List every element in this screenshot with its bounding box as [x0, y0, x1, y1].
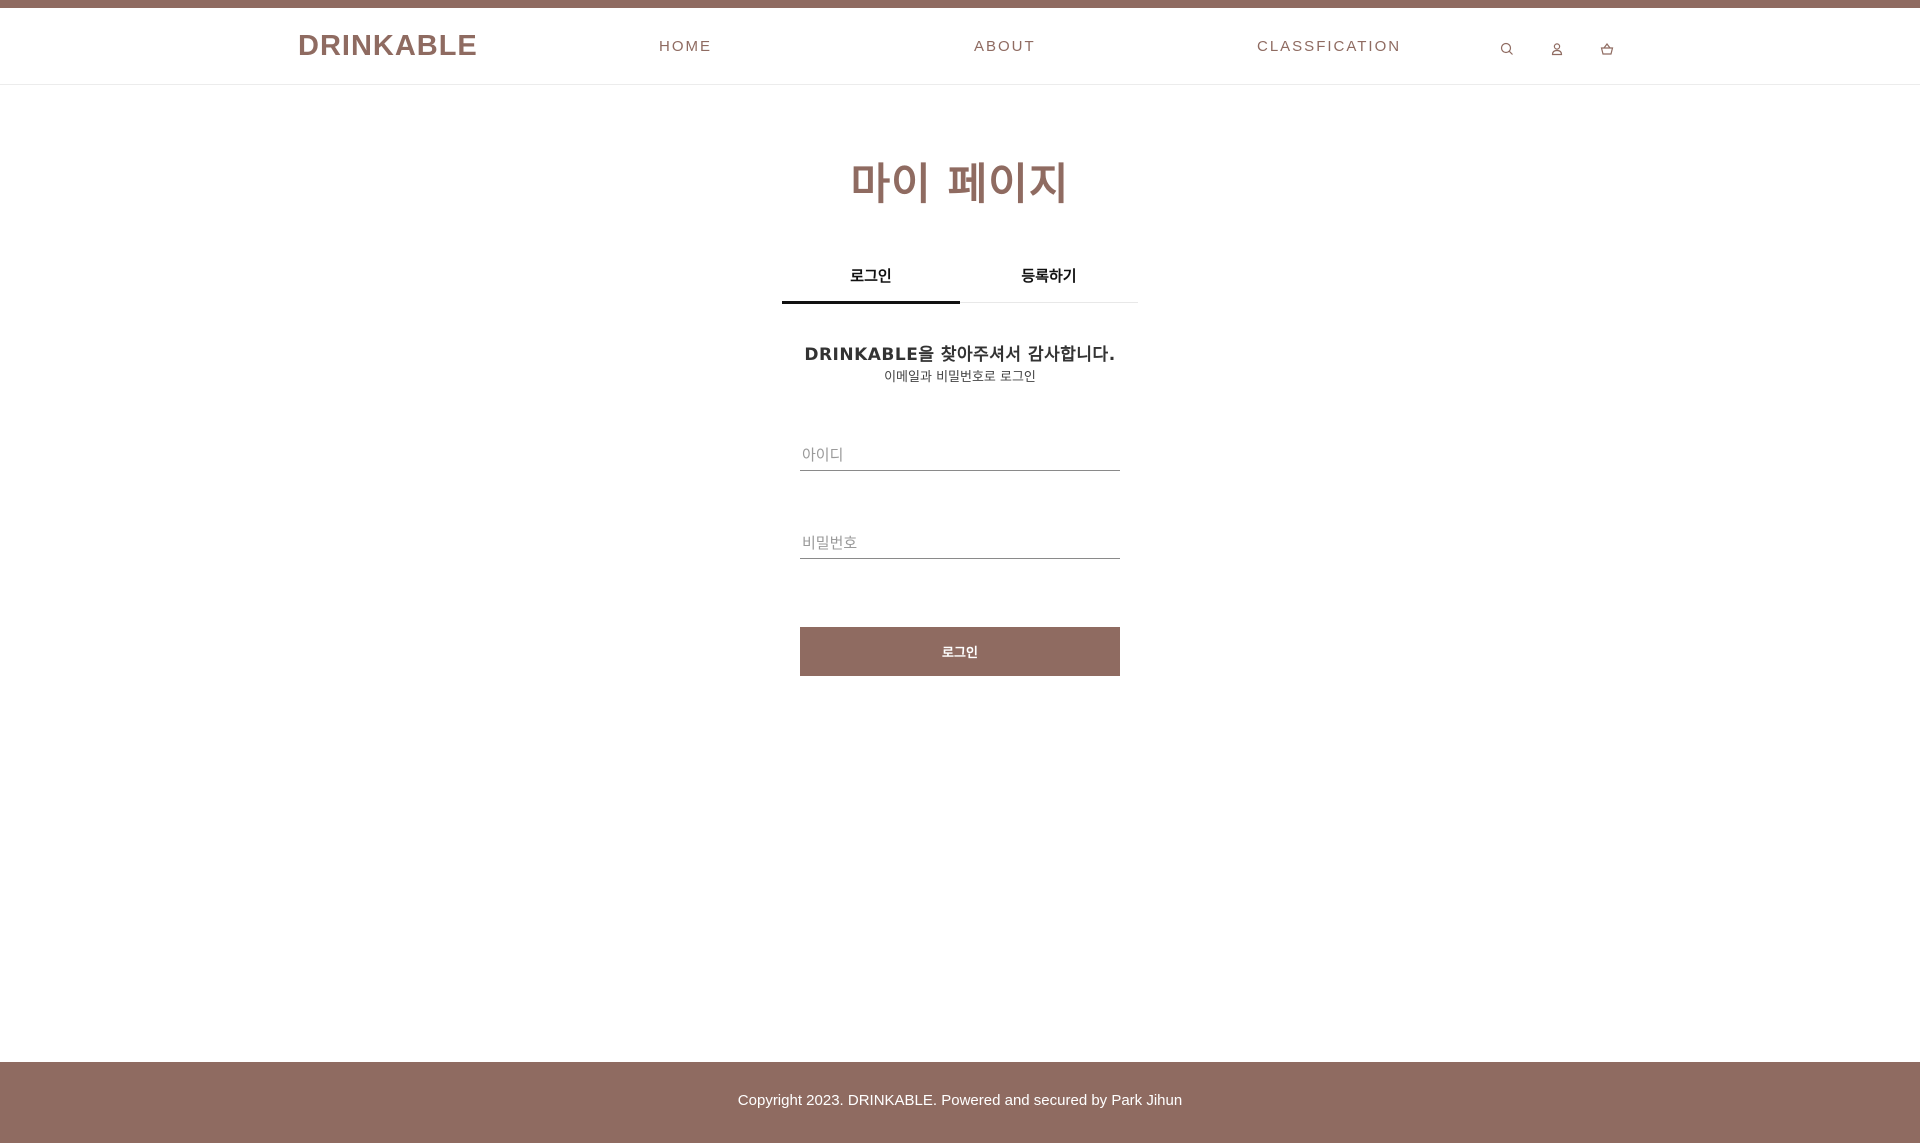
login-button[interactable]: 로그인	[800, 627, 1120, 676]
id-input[interactable]	[800, 439, 1120, 471]
copyright-text: Copyright 2023. DRINKABLE. Powered and s…	[737, 1092, 1183, 1109]
page: DRINKABLE HOME ABOUT CLASSFICATION 마이 페이…	[0, 0, 1920, 1143]
password-input[interactable]	[800, 527, 1120, 559]
tab-login[interactable]: 로그인	[782, 258, 960, 304]
auth-tabs: 로그인 등록하기	[782, 258, 1138, 304]
login-subtitle: 이메일과 비밀번호로 로그인	[884, 370, 1036, 385]
logo[interactable]: DRINKABLE	[298, 30, 478, 63]
search-icon[interactable]	[1498, 40, 1516, 58]
site-header: DRINKABLE HOME ABOUT CLASSFICATION	[0, 8, 1920, 85]
page-title: 마이 페이지	[850, 160, 1070, 210]
cart-icon[interactable]	[1598, 40, 1616, 58]
user-icon[interactable]	[1548, 40, 1566, 58]
tab-register[interactable]: 등록하기	[960, 258, 1138, 302]
site-footer: Copyright 2023. DRINKABLE. Powered and s…	[0, 1062, 1920, 1143]
nav-about-link[interactable]: ABOUT	[974, 38, 1036, 55]
nav-classification-link[interactable]: CLASSFICATION	[1257, 38, 1401, 55]
nav-home-link[interactable]: HOME	[659, 38, 712, 55]
top-accent-bar	[0, 0, 1920, 8]
welcome-heading: DRINKABLE을 찾아주셔서 감사합니다.	[804, 345, 1116, 365]
